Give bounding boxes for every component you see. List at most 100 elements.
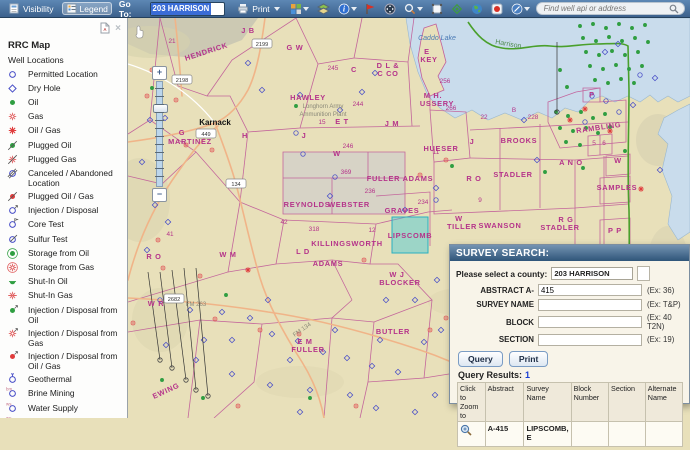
road-shield: 134 [226,179,246,188]
svg-text:2198: 2198 [176,78,188,84]
zoom-tool-button[interactable] [402,2,425,16]
zoom-out-button[interactable]: − [152,188,167,202]
legend-item-label: Plugged Oil [28,139,71,151]
map-label: 244 [353,101,364,108]
well-oilgas [638,186,644,192]
pan-button[interactable] [382,2,398,16]
zoom-slider-track[interactable] [156,81,163,187]
well-oil [579,110,583,114]
legend-item-label: Injection / Disposal from Gas [28,327,125,349]
map-label: 236 [365,188,376,195]
map-label: 234 [418,199,429,206]
well-oil [610,49,614,53]
section-input[interactable] [538,334,642,346]
map-label: 256 [440,78,451,85]
zoom-tick [155,120,164,121]
zoom-slider[interactable]: + − [152,66,166,202]
legend-item: Sulfur Test [0,232,127,246]
survey-name-hint: (Ex: T&P) [642,300,681,309]
svg-text:bm: bm [6,387,12,392]
measure-button[interactable] [509,2,532,16]
map-label: 22 [480,114,488,121]
legend-symbol-storage-gas [6,261,19,274]
identify-caret-icon [351,7,357,11]
table-row: A-415 LIPSCOMB, E [458,421,683,446]
map-label: J [302,131,307,140]
legend-symbol-water: ws [6,402,19,415]
abstract-input[interactable] [538,284,642,296]
well-oil [450,164,454,168]
measure-icon [511,3,523,15]
map-label: HUESER [423,144,458,153]
map-label: 11 [433,149,440,156]
globe-button[interactable] [469,2,485,16]
map-label: FULLER ADAMS [367,174,433,183]
legend-symbol-permitted [6,68,19,81]
crosshair-icon [451,3,463,15]
locate-button[interactable] [449,2,465,16]
well-search-input[interactable] [542,3,669,14]
flag-button[interactable] [363,2,378,16]
block-hint: (Ex: 40 T2N) [642,313,683,331]
layers-button[interactable] [315,2,332,16]
legend-title: RRC Map [0,38,127,52]
legend-button[interactable]: Legend [62,2,112,15]
well-oil [581,36,585,40]
legend-item: Gas [0,110,127,124]
basemap-button[interactable] [288,2,311,16]
map-label: REYNOLDS [284,200,331,209]
legend-symbol-storage-oil [6,247,19,260]
map-label: STADLER [493,170,532,179]
legend-symbol-sulfur [6,233,19,246]
map-label: FULLER [291,345,324,354]
visibility-button[interactable]: Visibility [5,2,58,15]
print-results-button[interactable]: Print [509,351,549,367]
legend-symbol-plug-oilgas [6,190,19,203]
zoom-to-result-icon[interactable] [460,424,473,437]
well-oil [588,64,592,68]
survey-search-header[interactable]: SURVEY SEARCH: [450,245,689,261]
goto-input[interactable]: 203 HARRISON [150,2,226,16]
well-oilgas [582,106,588,112]
close-icon[interactable]: × [115,23,121,34]
print-button[interactable]: Print [233,2,283,15]
map-label: 5 [592,140,596,147]
cell-section [609,421,646,446]
map-label: 15 [318,119,326,126]
legend-symbol-brine: bm [6,387,19,400]
map-label: WEBSTER [328,200,370,209]
map-label: B [512,107,516,114]
legend-item-label: Water Supply [28,402,78,414]
legend-item: Core Test [0,218,127,232]
legend-symbol-plug-oil [6,139,19,152]
zoom-in-button[interactable]: + [152,66,167,80]
survey-name-input[interactable] [538,299,642,311]
well-oil [578,143,582,147]
county-input[interactable]: 203 HARRISON [551,267,633,280]
identify-button[interactable]: i [336,2,359,16]
rrc-gis-viewer: { "colors":{"accent_blue":"#3c618c","sel… [0,0,690,418]
map-label: W [333,149,341,158]
query-button[interactable]: Query [458,351,503,367]
county-dropdown[interactable] [637,266,650,281]
full-extent-button[interactable] [429,2,445,16]
query-results-label: Query Results:1 [458,370,683,380]
well-oil [614,63,618,67]
well-oil [591,116,595,120]
legend-item-label: Core Test [28,218,64,230]
legend-item-label: Injection / Disposal from Oil / Gas [28,350,125,372]
well-oil [571,129,575,133]
print-caret-icon [274,7,280,11]
map-label: TILLER [447,222,477,231]
record-button[interactable] [489,2,505,16]
well-oil [619,77,623,81]
block-input[interactable] [538,316,642,328]
zoom-tick [155,168,164,169]
survey-name-label: SURVEY NAME [456,300,538,309]
zoom-tick [155,88,164,89]
pdf-export-icon[interactable]: A [100,22,110,34]
map-label: 21 [168,38,176,45]
legend-item-label: Geothermal [28,373,72,385]
well-search-box[interactable] [536,2,685,15]
svg-text:134: 134 [231,182,240,188]
